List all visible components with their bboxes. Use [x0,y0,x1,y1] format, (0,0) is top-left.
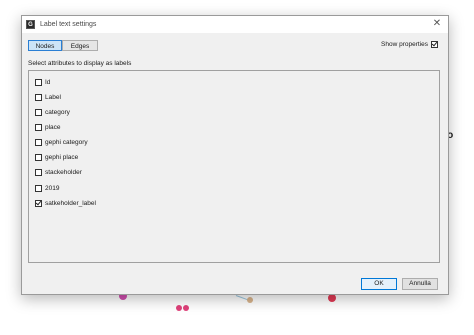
dialog-titlebar[interactable]: G Label text settings ✕ [22,16,448,33]
attribute-row-id[interactable]: Id [35,79,50,86]
attributes-list: Id Label category place gephi category g… [28,70,440,263]
cancel-button[interactable]: Annulla [402,278,438,290]
attribute-checkbox[interactable] [35,169,42,176]
dialog-title: Label text settings [40,21,97,28]
attribute-row-place[interactable]: place [35,124,61,131]
attribute-row-gephi-place[interactable]: gephi place [35,154,78,161]
gephi-app-icon: G [26,20,35,29]
attribute-checkbox[interactable] [35,94,42,101]
attribute-checkbox[interactable] [35,124,42,131]
close-icon[interactable]: ✕ [432,19,442,29]
show-properties-toggle[interactable]: Show properties [381,40,438,48]
attribute-label: gephi place [45,154,79,161]
ok-button[interactable]: OK [361,278,397,290]
attribute-label: satkeholder_label [45,200,96,207]
attribute-checkbox[interactable] [35,199,42,207]
attributes-section-label: Select attributes to display as labels [28,60,132,67]
background-node[interactable] [176,305,182,311]
background-node[interactable] [247,297,253,303]
background-node[interactable] [328,294,336,302]
attribute-checkbox[interactable] [35,185,42,192]
attribute-label: Label [45,94,61,101]
checkmark-icon [431,40,438,47]
attribute-checkbox[interactable] [35,79,42,86]
attribute-label: 2019 [45,185,60,192]
tab-edges[interactable]: Edges [62,40,98,51]
attribute-row-stackeholder[interactable]: stackeholder [35,169,82,176]
attribute-checkbox[interactable] [35,109,42,116]
background-node[interactable] [183,305,189,311]
attribute-label: category [45,109,70,116]
attribute-checkbox[interactable] [35,154,42,161]
attribute-row-satkeholder-label[interactable]: satkeholder_label [35,199,96,207]
attribute-checkbox[interactable] [35,139,42,146]
attribute-row-category[interactable]: category [35,109,70,116]
attribute-label: stackeholder [45,169,82,176]
show-properties-label: Show properties [381,41,428,48]
tab-nodes[interactable]: Nodes [28,40,62,51]
checkmark-icon [35,199,42,206]
label-text-settings-dialog: G Label text settings ✕ Nodes Edges Show… [21,15,449,295]
attribute-label: place [45,124,61,131]
attribute-label: gephi category [45,139,88,146]
attribute-label: Id [45,79,51,86]
show-properties-checkbox[interactable] [431,40,438,48]
attribute-row-gephi-category[interactable]: gephi category [35,139,88,146]
attribute-row-2019[interactable]: 2019 [35,185,59,192]
attribute-row-label[interactable]: Label [35,94,61,101]
